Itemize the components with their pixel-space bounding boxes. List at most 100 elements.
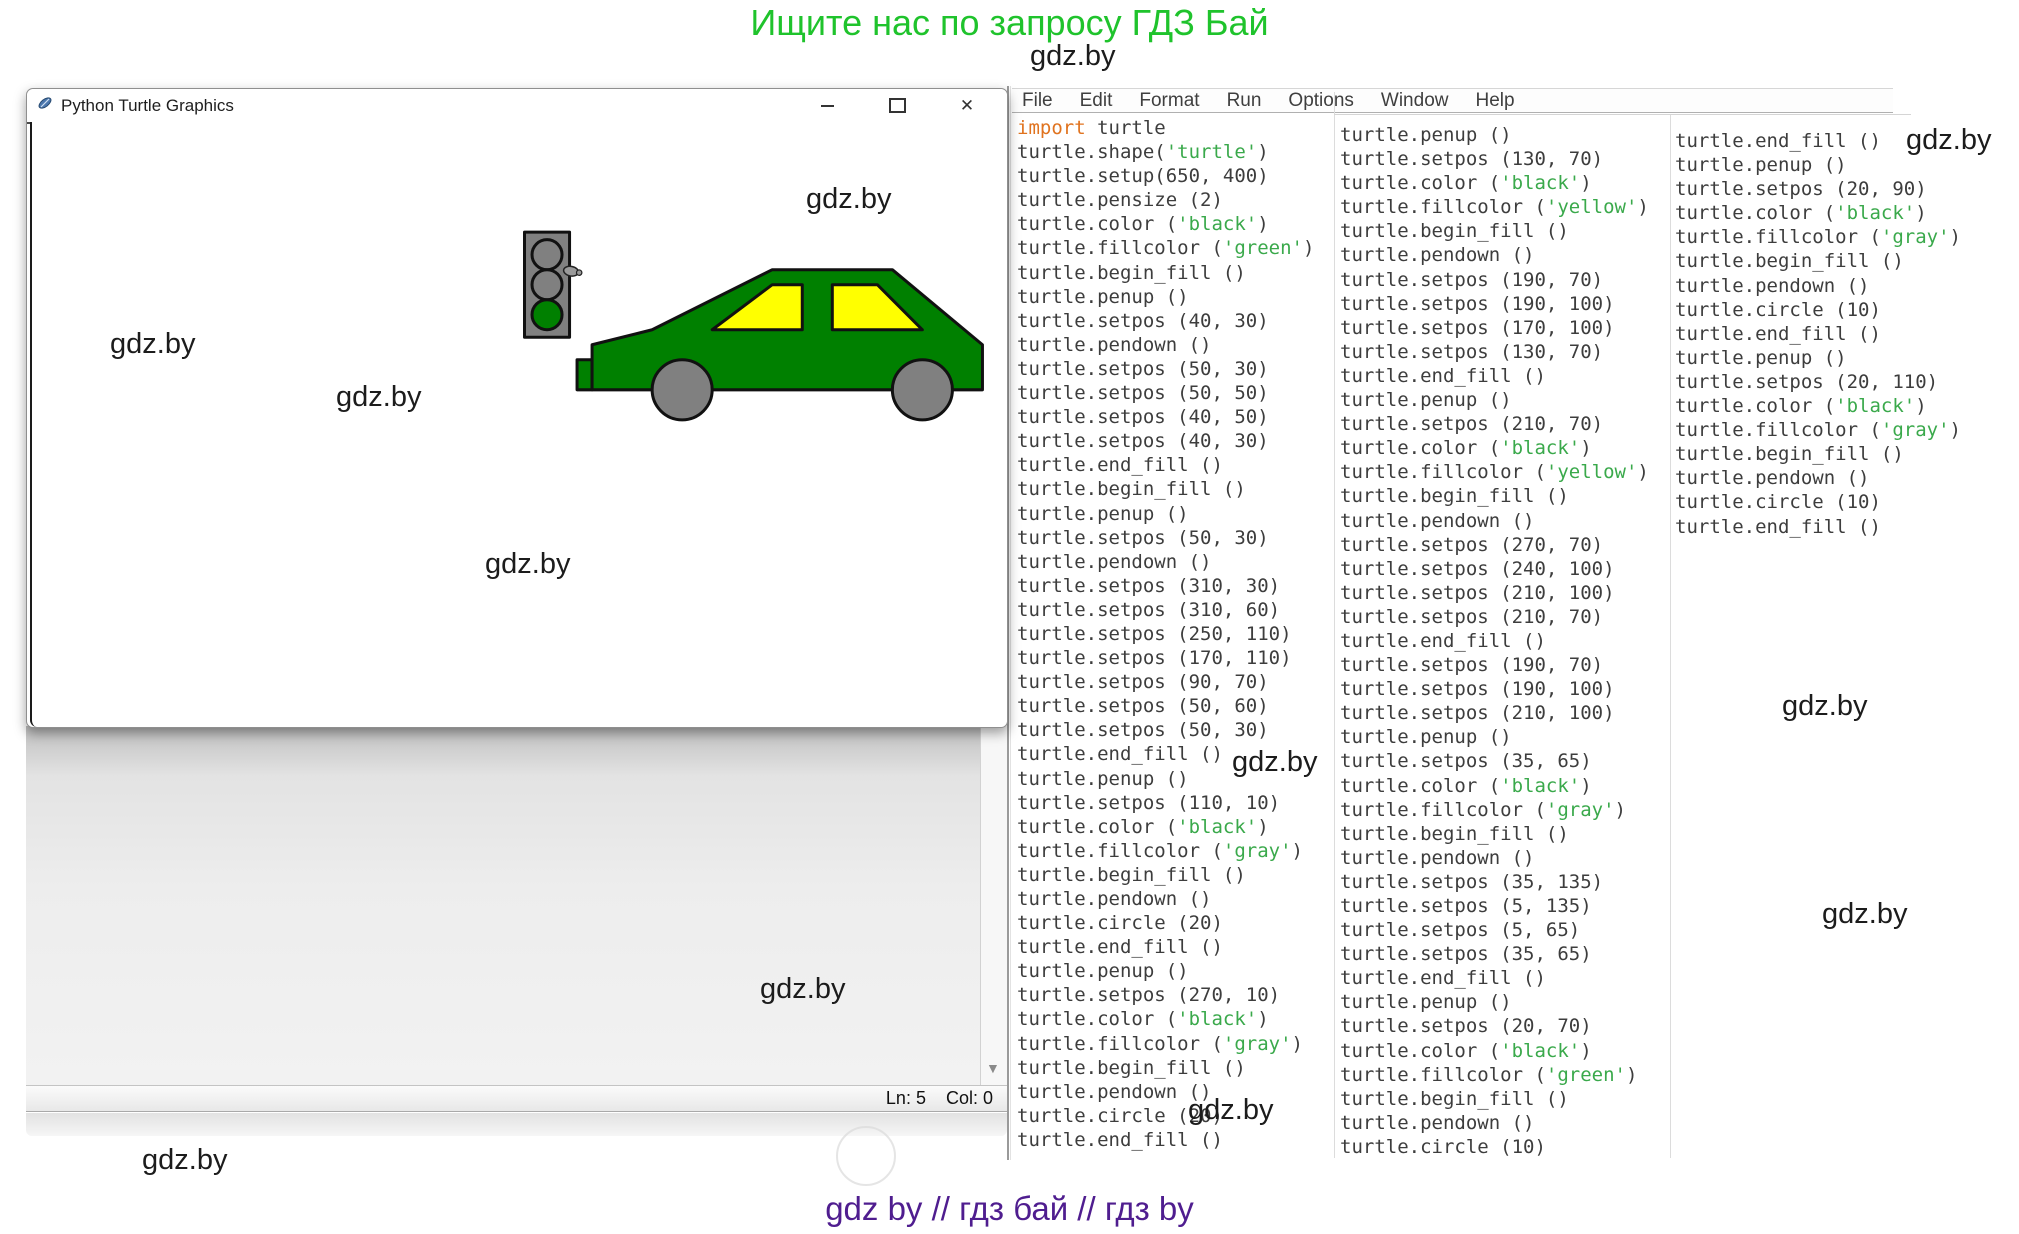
code-line[interactable]: turtle.penup () xyxy=(1340,123,1649,147)
code-line[interactable]: turtle.end_fill () xyxy=(1017,1128,1314,1152)
code-line[interactable]: turtle.setpos (5, 135) xyxy=(1340,894,1649,918)
code-line[interactable]: turtle.circle (10) xyxy=(1675,490,1961,514)
menu-format[interactable]: Format xyxy=(1139,90,1199,112)
code-line[interactable]: turtle.pendown () xyxy=(1017,887,1314,911)
scrollbar[interactable] xyxy=(980,726,1008,1085)
code-line[interactable]: turtle.shape('turtle') xyxy=(1017,140,1314,164)
code-line[interactable]: turtle.setpos (40, 30) xyxy=(1017,309,1314,333)
code-line[interactable]: import turtle xyxy=(1017,116,1314,140)
code-line[interactable]: turtle.end_fill () xyxy=(1017,453,1314,477)
code-line[interactable]: turtle.color ('black') xyxy=(1675,394,1961,418)
code-line[interactable]: turtle.begin_fill () xyxy=(1340,822,1649,846)
code-line[interactable]: turtle.fillcolor ('yellow') xyxy=(1340,460,1649,484)
code-line[interactable]: turtle.setpos (110, 10) xyxy=(1017,791,1314,815)
menu-file[interactable]: File xyxy=(1022,90,1053,112)
code-line[interactable]: turtle.penup () xyxy=(1675,346,1961,370)
code-line[interactable]: turtle.pendown () xyxy=(1675,466,1961,490)
code-line[interactable]: turtle.begin_fill () xyxy=(1340,1087,1649,1111)
code-line[interactable]: turtle.begin_fill () xyxy=(1017,261,1314,285)
menu-help[interactable]: Help xyxy=(1475,90,1514,112)
code-line[interactable]: turtle.end_fill () xyxy=(1675,515,1961,539)
menu-window[interactable]: Window xyxy=(1381,90,1449,112)
code-line[interactable]: turtle.pendown () xyxy=(1340,846,1649,870)
code-line[interactable]: turtle.color ('black') xyxy=(1675,201,1961,225)
code-line[interactable]: turtle.penup () xyxy=(1017,285,1314,309)
code-line[interactable]: turtle.setpos (40, 50) xyxy=(1017,405,1314,429)
maximize-button[interactable] xyxy=(887,96,907,116)
code-line[interactable]: turtle.setpos (50, 30) xyxy=(1017,357,1314,381)
code-line[interactable]: turtle.pendown () xyxy=(1340,509,1649,533)
code-line[interactable]: turtle.setpos (20, 70) xyxy=(1340,1014,1649,1038)
code-line[interactable]: turtle.setpos (5, 65) xyxy=(1340,918,1649,942)
code-line[interactable]: turtle.begin_fill () xyxy=(1340,484,1649,508)
code-line[interactable]: turtle.end_fill () xyxy=(1340,966,1649,990)
code-line[interactable]: turtle.end_fill () xyxy=(1017,935,1314,959)
code-line[interactable]: turtle.setpos (190, 100) xyxy=(1340,677,1649,701)
code-column-2[interactable]: turtle.penup ()turtle.setpos (130, 70)tu… xyxy=(1340,123,1649,1159)
code-line[interactable]: turtle.setpos (35, 135) xyxy=(1340,870,1649,894)
code-line[interactable]: turtle.setpos (310, 60) xyxy=(1017,598,1314,622)
code-line[interactable]: turtle.fillcolor ('gray') xyxy=(1017,839,1314,863)
code-line[interactable]: turtle.fillcolor ('gray') xyxy=(1017,1032,1314,1056)
code-line[interactable]: turtle.begin_fill () xyxy=(1675,249,1961,273)
code-line[interactable]: turtle.setpos (190, 70) xyxy=(1340,268,1649,292)
code-column-1[interactable]: import turtleturtle.shape('turtle')turtl… xyxy=(1017,116,1314,1152)
code-line[interactable]: turtle.fillcolor ('green') xyxy=(1017,236,1314,260)
code-line[interactable]: turtle.setup(650, 400) xyxy=(1017,164,1314,188)
code-line[interactable]: turtle.fillcolor ('gray') xyxy=(1675,225,1961,249)
code-line[interactable]: turtle.begin_fill () xyxy=(1017,863,1314,887)
code-line[interactable]: turtle.pendown () xyxy=(1017,550,1314,574)
minimize-button[interactable] xyxy=(817,96,837,116)
code-line[interactable]: turtle.color ('black') xyxy=(1340,1039,1649,1063)
code-line[interactable]: turtle.setpos (210, 70) xyxy=(1340,605,1649,629)
code-line[interactable]: turtle.setpos (250, 110) xyxy=(1017,622,1314,646)
code-line[interactable]: turtle.circle (10) xyxy=(1675,298,1961,322)
code-line[interactable]: turtle.color ('black') xyxy=(1340,436,1649,460)
close-button[interactable]: ✕ xyxy=(957,96,977,116)
code-line[interactable]: turtle.setpos (50, 60) xyxy=(1017,694,1314,718)
menu-run[interactable]: Run xyxy=(1227,90,1262,112)
code-line[interactable]: turtle.color ('black') xyxy=(1340,171,1649,195)
code-line[interactable]: turtle.setpos (90, 70) xyxy=(1017,670,1314,694)
code-line[interactable]: turtle.setpos (50, 30) xyxy=(1017,526,1314,550)
code-line[interactable]: turtle.setpos (170, 110) xyxy=(1017,646,1314,670)
code-line[interactable]: turtle.setpos (190, 100) xyxy=(1340,292,1649,316)
code-line[interactable]: turtle.fillcolor ('gray') xyxy=(1675,418,1961,442)
code-line[interactable]: turtle.setpos (50, 30) xyxy=(1017,718,1314,742)
code-line[interactable]: turtle.end_fill () xyxy=(1340,364,1649,388)
code-line[interactable]: turtle.fillcolor ('gray') xyxy=(1340,798,1649,822)
code-line[interactable]: turtle.penup () xyxy=(1340,990,1649,1014)
code-line[interactable]: turtle.setpos (130, 70) xyxy=(1340,340,1649,364)
code-line[interactable]: turtle.setpos (270, 70) xyxy=(1340,533,1649,557)
code-line[interactable]: turtle.pendown () xyxy=(1340,1111,1649,1135)
code-line[interactable]: turtle.begin_fill () xyxy=(1017,1056,1314,1080)
code-line[interactable]: turtle.penup () xyxy=(1017,502,1314,526)
code-line[interactable]: turtle.setpos (20, 110) xyxy=(1675,370,1961,394)
code-line[interactable]: turtle.setpos (210, 100) xyxy=(1340,581,1649,605)
code-line[interactable]: turtle.pendown () xyxy=(1675,274,1961,298)
code-line[interactable]: turtle.setpos (310, 30) xyxy=(1017,574,1314,598)
code-line[interactable]: turtle.fillcolor ('green') xyxy=(1340,1063,1649,1087)
code-line[interactable]: turtle.begin_fill () xyxy=(1017,477,1314,501)
menu-options[interactable]: Options xyxy=(1288,90,1353,112)
code-line[interactable]: turtle.setpos (35, 65) xyxy=(1340,749,1649,773)
code-line[interactable]: turtle.setpos (130, 70) xyxy=(1340,147,1649,171)
code-line[interactable]: turtle.setpos (50, 50) xyxy=(1017,381,1314,405)
code-column-3[interactable]: turtle.end_fill ()turtle.penup ()turtle.… xyxy=(1675,129,1961,539)
code-line[interactable]: turtle.setpos (40, 30) xyxy=(1017,429,1314,453)
code-line[interactable]: turtle.setpos (190, 70) xyxy=(1340,653,1649,677)
scroll-down-icon[interactable]: ▼ xyxy=(986,1060,1000,1076)
code-line[interactable]: turtle.pendown () xyxy=(1017,333,1314,357)
code-line[interactable]: turtle.color ('black') xyxy=(1340,774,1649,798)
code-line[interactable]: turtle.pendown () xyxy=(1340,243,1649,267)
code-line[interactable]: turtle.setpos (35, 65) xyxy=(1340,942,1649,966)
code-line[interactable]: turtle.color ('black') xyxy=(1017,1007,1314,1031)
code-line[interactable]: turtle.begin_fill () xyxy=(1340,219,1649,243)
menu-edit[interactable]: Edit xyxy=(1080,90,1113,112)
code-line[interactable]: turtle.penup () xyxy=(1340,725,1649,749)
code-line[interactable]: turtle.end_fill () xyxy=(1675,322,1961,346)
code-line[interactable]: turtle.setpos (210, 100) xyxy=(1340,701,1649,725)
code-line[interactable]: turtle.penup () xyxy=(1017,959,1314,983)
code-line[interactable]: turtle.pensize (2) xyxy=(1017,188,1314,212)
code-line[interactable]: turtle.fillcolor ('yellow') xyxy=(1340,195,1649,219)
